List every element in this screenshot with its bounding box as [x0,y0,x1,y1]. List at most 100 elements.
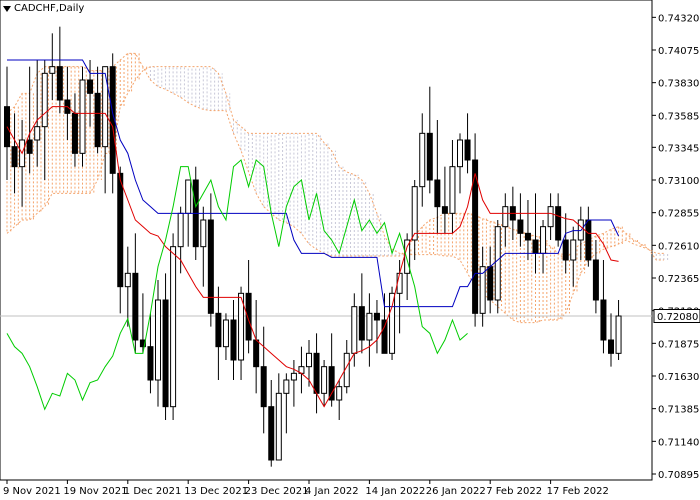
candle-body [457,139,463,168]
price-chart[interactable]: 0.74320 0.74075 0.73830 0.73585 0.73345 0.731… [0,0,700,500]
candle-body [56,66,63,101]
candle [170,233,177,420]
candle-body [207,219,214,314]
candle-body [177,212,184,248]
y-tick-label: 0.71385 [658,405,699,416]
time-axis: 9 Nov 2021 19 Nov 20211 Dec 2021 13 Dec 20… [3,480,609,497]
candle-body [132,272,139,341]
x-tick-label: 7 Feb 2022 [486,486,542,497]
candle-body [411,186,418,241]
price-axis: 0.74320 0.74075 0.73830 0.73585 0.73345 0.731… [652,13,699,481]
candle-body [200,219,207,248]
triangle-down-icon[interactable] [3,5,11,12]
candle-body [600,299,607,341]
x-tick-label: 4 Jan 2022 [305,486,359,497]
y-tick-label: 0.72855 [658,209,699,220]
candle-body [26,139,33,154]
candle-body [185,179,192,214]
x-tick-label: 26 Jan 2022 [426,486,486,497]
y-tick-label: 0.74320 [658,13,699,24]
candle-body [419,132,426,188]
candle-body [170,246,177,408]
candle-body [306,352,312,368]
candle-body [585,219,592,261]
candle-body [540,226,547,254]
candle-body [404,239,411,274]
candle-body [49,66,56,74]
candle-body [41,72,48,128]
x-tick-label: 13 Dec 2021 [184,486,248,497]
candle-body [592,259,599,301]
candle-body [351,306,358,354]
current-price-text: 0.72080 [657,312,698,323]
candle-body [449,166,456,214]
candle-body [87,79,94,94]
candle-body [313,352,320,394]
y-tick-label: 0.73345 [658,143,699,154]
candle-body [117,172,124,288]
current-price-label: 0.72080 [653,309,700,323]
y-tick-label: 0.73585 [658,111,699,122]
candle-body [268,406,275,461]
candle-body [155,299,161,381]
candle-body [570,239,577,261]
candle-body [34,126,41,141]
candle-body [464,139,471,161]
candle-body [245,292,252,341]
candle-body [290,372,297,381]
chart-title[interactable]: CADCHF,Daily [3,3,84,14]
candle [494,220,501,314]
candle-body [381,319,388,354]
x-tick-label: 9 Nov 2021 [3,486,61,497]
candle-body [396,272,403,294]
candle-body [532,239,539,254]
candle-body [328,366,335,401]
candle-body [260,366,267,408]
candle-body [615,315,622,354]
candle-body [373,312,380,321]
candle-body [336,386,343,401]
candle-body [253,339,260,368]
candle-body [494,226,501,301]
candle-body [230,319,237,361]
candle-body [79,79,86,154]
candle-body [562,239,569,261]
y-tick-label: 0.70895 [658,470,699,481]
y-tick-label: 0.74075 [658,46,699,57]
x-tick-label: 17 Feb 2022 [547,486,609,497]
candle-body [608,339,614,354]
y-tick-label: 0.71630 [658,372,699,383]
candle-body [555,206,562,241]
candle-body [4,106,10,148]
candle-body [124,272,131,288]
candle-body [358,306,365,341]
x-tick-label: 19 Nov 2021 [63,486,127,497]
y-tick-label: 0.73830 [658,79,699,90]
candle-body [147,346,154,381]
candle-body [71,112,78,154]
y-tick-label: 0.71140 [658,437,699,448]
candle [472,133,479,327]
candle-body [441,206,448,214]
candle-body [222,319,229,348]
candle-body [366,312,373,341]
symbol-title: CADCHF,Daily [14,3,85,14]
y-tick-label: 0.72365 [658,274,699,285]
candle-body [102,66,109,148]
candle-body [524,232,531,241]
candle-body [389,292,396,354]
candle [79,66,86,167]
y-tick-label: 0.73100 [658,176,699,187]
candle-body [11,146,18,168]
candle-body [426,132,433,181]
candle-body [487,266,494,301]
x-tick-label: 14 Jan 2022 [365,486,425,497]
candle-body [275,392,282,461]
candle-body [215,312,222,348]
candle-body [283,379,290,394]
candle-body [434,179,441,208]
y-tick-label: 0.72610 [658,241,699,252]
x-tick-label: 1 Dec 2021 [124,486,182,497]
candle-body [502,206,509,228]
candle-body [94,92,101,148]
